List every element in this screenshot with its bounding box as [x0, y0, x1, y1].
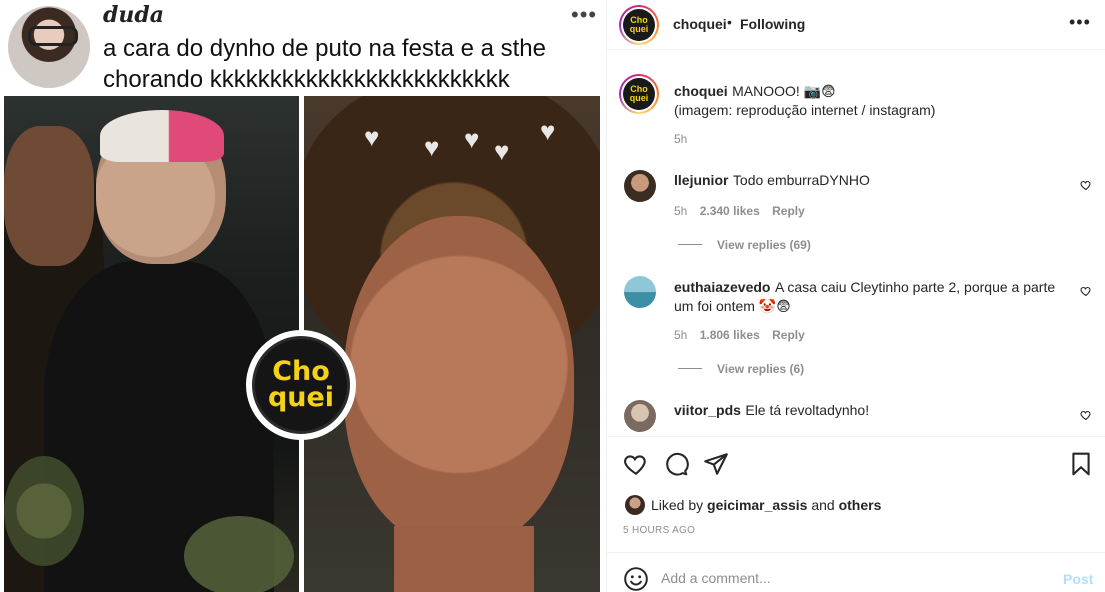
- caption-username[interactable]: choquei: [674, 83, 728, 99]
- meme-author-name: duda: [103, 2, 165, 28]
- post-timestamp[interactable]: 5 HOURS AGO: [623, 525, 695, 536]
- bookmark-icon[interactable]: [1068, 451, 1094, 477]
- comment-username[interactable]: euthaiazevedo: [674, 279, 770, 295]
- comment-username[interactable]: viitor_pds: [674, 402, 741, 418]
- comment-likes[interactable]: 1.806 likes: [700, 328, 760, 342]
- liked-by-avatar[interactable]: [625, 495, 645, 515]
- caption-avatar[interactable]: Cho quei: [619, 74, 659, 114]
- photo-dynho: [4, 96, 299, 592]
- comment-icon[interactable]: [663, 451, 689, 477]
- comment-text: Ele tá revoltadynho!: [745, 402, 870, 418]
- post-sidebar: Cho quei choquei • Following ••• Cho que…: [606, 0, 1105, 592]
- comment-meta: 5h 1.806 likes Reply: [674, 328, 805, 342]
- liked-by-user-link[interactable]: geicimar_assis: [707, 497, 807, 513]
- liked-by-others-link[interactable]: others: [839, 497, 882, 513]
- comment-composer: Post: [607, 552, 1105, 592]
- smiley-icon[interactable]: [623, 566, 649, 592]
- post-header: Cho quei choquei • Following •••: [607, 0, 1105, 50]
- comment-body: euthaiazevedo A casa caiu Cleytinho part…: [674, 278, 1084, 316]
- comment-avatar[interactable]: [624, 170, 656, 202]
- comment-meta: 5h 2.340 likes Reply: [674, 204, 805, 218]
- liked-by: Liked by geicimar_assis and others: [651, 497, 882, 513]
- view-replies-button[interactable]: View replies (69): [717, 238, 811, 252]
- more-options-icon[interactable]: •••: [1069, 12, 1091, 33]
- author-username[interactable]: choquei: [673, 16, 727, 32]
- comment-reply-button[interactable]: Reply: [772, 328, 805, 342]
- caption-age: 5h: [674, 132, 688, 146]
- paper-plane-icon[interactable]: [703, 451, 729, 477]
- meme-caption: a cara do dynho de puto na festa e a sth…: [103, 35, 546, 93]
- caption-text: MANOOO! 📷😨: [732, 83, 836, 99]
- following-button[interactable]: Following: [740, 16, 805, 32]
- meme-more-icon: •••: [571, 2, 598, 27]
- comment-input[interactable]: [661, 563, 1041, 592]
- comment-like-heart-icon[interactable]: [1080, 409, 1092, 421]
- caption-subtext: (imagem: reprodução internet / instagram…: [674, 102, 936, 118]
- comment-body: llejunior Todo emburraDYNHO: [674, 172, 870, 190]
- choquei-watermark-logo: Cho quei: [246, 330, 356, 440]
- comment-like-heart-icon[interactable]: [1080, 179, 1092, 191]
- heart-icon[interactable]: [623, 451, 649, 477]
- meme-tweet-header: duda ••• a cara do dynho de puto na fest…: [0, 0, 606, 96]
- photo-sthe: ♥ ♥ ♥ ♥ ♥: [304, 96, 600, 592]
- author-avatar[interactable]: Cho quei: [619, 5, 659, 45]
- comment-avatar[interactable]: [624, 400, 656, 432]
- comment-avatar[interactable]: [624, 276, 656, 308]
- comment-text: Todo emburraDYNHO: [732, 172, 870, 188]
- comments-list[interactable]: Cho quei choquei MANOOO! 📷😨 (imagem: rep…: [607, 60, 1105, 436]
- comment-text-continued: um foi ontem 🤡😨: [674, 298, 791, 314]
- comment-body: viitor_pds Ele tá revoltadynho!: [674, 402, 869, 420]
- comment-likes[interactable]: 2.340 likes: [700, 204, 760, 218]
- replies-line: [678, 244, 702, 245]
- meme-author-avatar: [8, 6, 90, 88]
- separator-dot: •: [727, 14, 732, 30]
- view-replies-button[interactable]: View replies (6): [717, 362, 804, 376]
- post-image[interactable]: duda ••• a cara do dynho de puto na fest…: [0, 0, 606, 592]
- caption: choquei MANOOO! 📷😨 (imagem: reprodução i…: [674, 82, 1074, 120]
- comment-username[interactable]: llejunior: [674, 172, 728, 188]
- post-actions: Liked by geicimar_assis and others 5 HOU…: [607, 436, 1105, 552]
- comment-like-heart-icon[interactable]: [1080, 285, 1092, 297]
- comment-text: A casa caiu Cleytinho parte 2, porque a …: [774, 279, 1056, 295]
- replies-line: [678, 368, 702, 369]
- post-comment-button[interactable]: Post: [1063, 571, 1093, 587]
- comment-reply-button[interactable]: Reply: [772, 204, 805, 218]
